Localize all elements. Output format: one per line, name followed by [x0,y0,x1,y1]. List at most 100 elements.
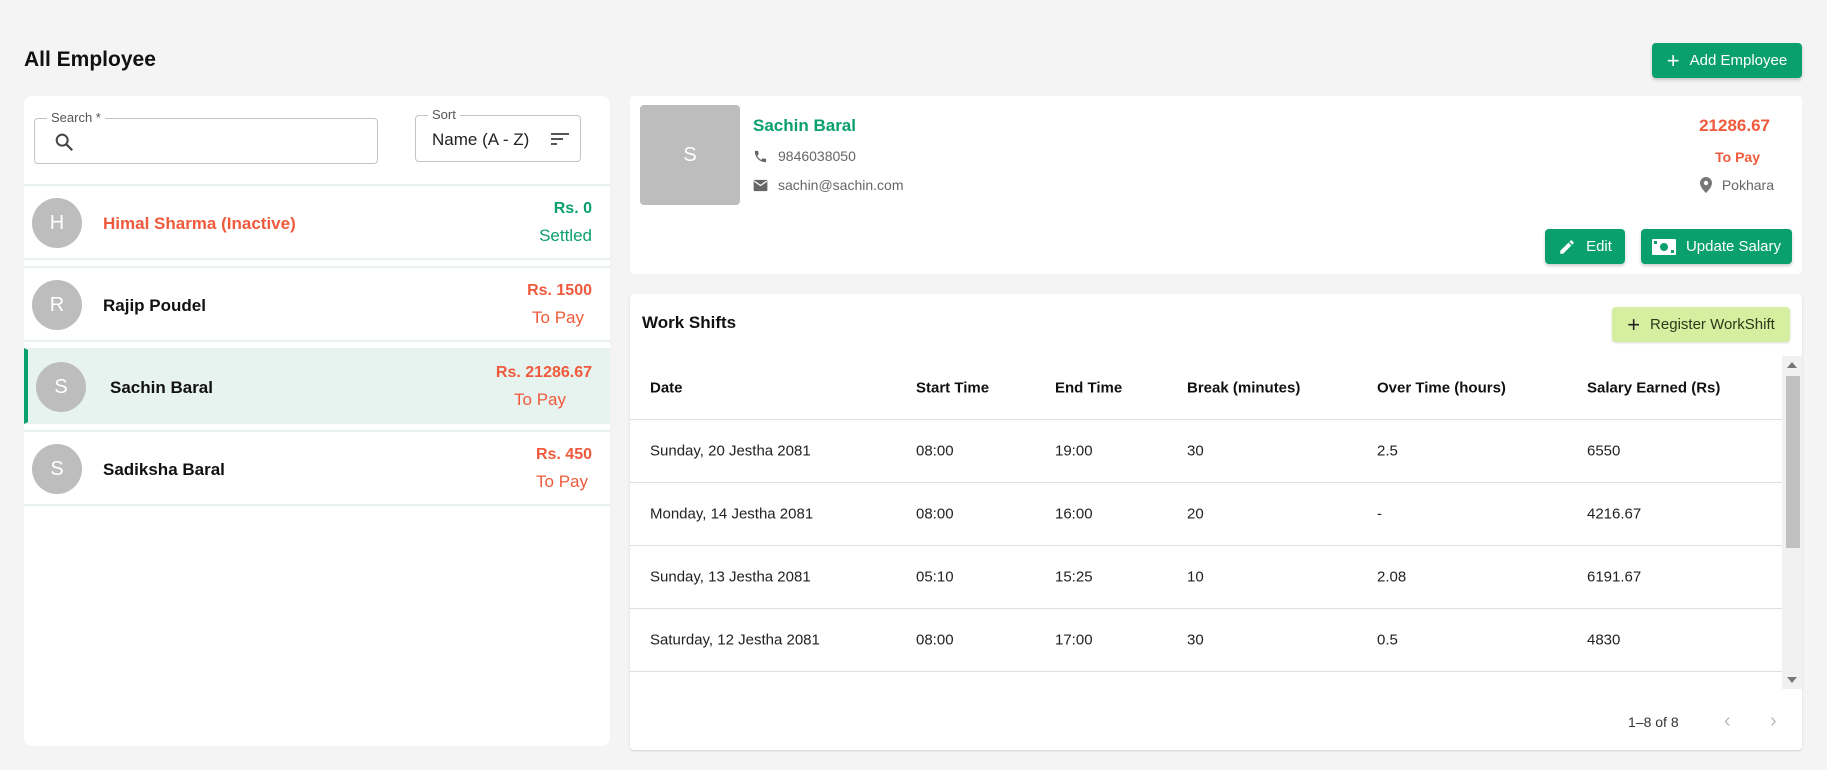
employee-list-panel: Search * Sort Name (A - Z) H Himal Sharm… [24,96,610,746]
detail-amount: 21286.67 [1699,116,1770,135]
table-cell: 16:00 [1055,505,1093,523]
chevron-right-icon[interactable]: › [1770,710,1777,733]
work-shifts-table: Date Start Time End Time Break (minutes)… [630,356,1782,672]
avatar: R [32,280,82,330]
sort-value: Name (A - Z) [432,130,530,149]
table-cell: Saturday, 12 Jestha 2081 [650,631,820,649]
column-header[interactable]: End Time [1055,379,1122,396]
location-pin-icon [1699,177,1712,193]
table-cell: 08:00 [916,442,954,460]
email-icon [753,179,768,191]
employee-name: Himal Sharma (Inactive) [103,214,296,233]
employee-status: To Pay [514,390,566,409]
search-icon [55,133,74,152]
edit-button[interactable]: Edit [1545,229,1625,264]
employee-status: To Pay [532,308,584,327]
sort-icon [551,133,569,145]
employee-row[interactable]: S Sadiksha Baral Rs. 450 To Pay [24,430,610,506]
avatar: H [32,198,82,248]
employee-list: H Himal Sharma (Inactive) Rs. 0 Settled … [24,184,610,512]
table-cell: Sunday, 20 Jestha 2081 [650,442,811,460]
table-cell: 05:10 [916,568,954,586]
table-cell: 2.08 [1377,568,1407,586]
column-header[interactable]: Date [650,379,683,396]
location-text: Pokhara [1721,177,1774,193]
table-row: Sunday, 13 Jestha 2081 05:10 15:25 10 2.… [630,546,1782,609]
table-cell: 30 [1187,442,1204,460]
money-icon [1651,238,1676,255]
employee-name: Sadiksha Baral [103,460,225,479]
employee-row-selected[interactable]: S Sachin Baral Rs. 21286.67 To Pay [24,348,610,424]
table-cell: 19:00 [1055,442,1093,460]
avatar: S [32,444,82,494]
detail-name: Sachin Baral [753,116,856,135]
scroll-up-icon[interactable] [1787,362,1797,368]
search-input[interactable] [83,127,363,155]
column-header[interactable]: Salary Earned (Rs) [1587,379,1720,396]
avatar: S [640,105,740,205]
employee-row[interactable]: H Himal Sharma (Inactive) Rs. 0 Settled [24,184,610,260]
phone-icon [754,150,767,162]
employee-detail-card: S Sachin Baral 9846038050 sachin@sachin.… [630,96,1802,274]
scroll-thumb[interactable] [1786,376,1800,548]
column-header[interactable]: Over Time (hours) [1377,379,1506,396]
column-header[interactable]: Break (minutes) [1187,379,1300,396]
avatar: S [36,362,86,412]
table-cell: Monday, 14 Jestha 2081 [650,505,814,523]
table-cell: 4216.67 [1587,505,1642,523]
employee-amount: Rs. 0 [553,200,592,217]
table-cell: - [1377,505,1382,523]
employee-status: Settled [539,226,592,245]
edit-label: Edit [1586,238,1612,255]
employee-status: To Pay [536,472,588,491]
search-label: Search * [47,110,105,125]
add-employee-button[interactable]: + Add Employee [1652,43,1802,78]
table-header: Date Start Time End Time Break (minutes)… [630,356,1782,420]
table-cell: 30 [1187,631,1204,649]
sort-label: Sort [428,107,460,122]
table-cell: 2.5 [1377,442,1398,460]
detail-phone: 9846038050 [753,148,856,164]
table-cell: Sunday, 13 Jestha 2081 [650,568,811,586]
pencil-icon [1560,239,1574,254]
table-cell: 6191.67 [1587,568,1642,586]
table-scrollbar[interactable] [1782,356,1802,689]
employee-name: Sachin Baral [110,378,213,397]
register-workshift-label: Register WorkShift [1650,316,1775,333]
detail-status: To Pay [1715,149,1760,165]
work-shifts-title: Work Shifts [642,313,737,332]
table-cell: 15:25 [1055,568,1093,586]
employee-amount: Rs. 21286.67 [495,364,592,381]
table-cell: 20 [1187,505,1204,523]
register-workshift-button[interactable]: + Register WorkShift [1612,307,1790,342]
table-cell: 0.5 [1377,631,1398,649]
work-shifts-card: Work Shifts + Register WorkShift Date St… [630,294,1802,750]
pagination-info: 1–8 of 8 [1628,714,1679,730]
update-salary-label: Update Salary [1685,238,1782,255]
email-address: sachin@sachin.com [778,177,904,193]
table-cell: 10 [1187,568,1204,586]
column-header[interactable]: Start Time [916,379,989,396]
table-row: Saturday, 12 Jestha 2081 08:00 17:00 30 … [630,609,1782,672]
employee-amount: Rs. 450 [535,446,592,463]
table-cell: 17:00 [1055,631,1093,649]
detail-location: Pokhara [1699,177,1774,193]
detail-email: sachin@sachin.com [753,177,904,193]
plus-icon: + [1666,47,1680,73]
employee-row[interactable]: R Rajip Poudel Rs. 1500 To Pay [24,266,610,342]
phone-number: 9846038050 [778,148,856,164]
table-row: Monday, 14 Jestha 2081 08:00 16:00 20 - … [630,483,1782,546]
update-salary-button[interactable]: Update Salary [1641,229,1792,264]
table-cell: 6550 [1587,442,1621,460]
table-cell: 08:00 [916,505,954,523]
search-field[interactable]: Search * [34,110,378,164]
table-row: Sunday, 20 Jestha 2081 08:00 19:00 30 2.… [630,420,1782,483]
chevron-left-icon[interactable]: ‹ [1724,710,1731,733]
table-cell: 4830 [1587,631,1621,649]
sort-select[interactable]: Sort Name (A - Z) [415,107,581,162]
employee-name: Rajip Poudel [103,296,206,315]
page-title: All Employee [24,48,156,71]
scroll-down-icon[interactable] [1787,677,1797,683]
plus-icon: + [1627,311,1641,337]
add-employee-label: Add Employee [1689,52,1788,69]
